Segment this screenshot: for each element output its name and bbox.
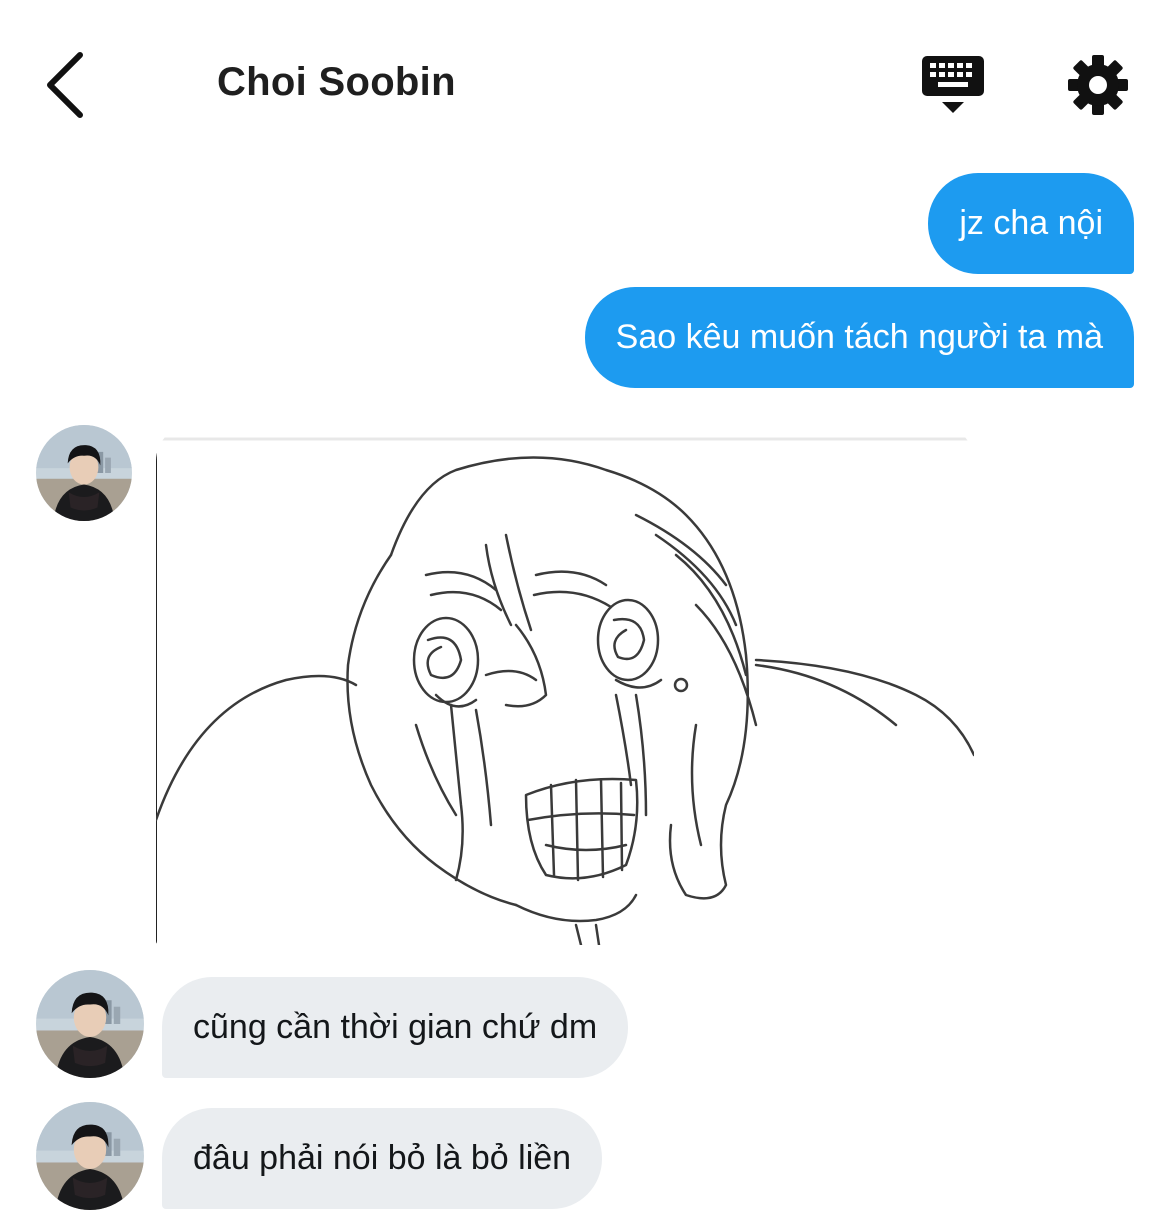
- keyboard-toggle-button[interactable]: [918, 50, 990, 120]
- avatar-photo: [36, 970, 144, 1078]
- image-message[interactable]: [156, 425, 974, 945]
- back-button[interactable]: [30, 45, 100, 125]
- outgoing-message-bubble[interactable]: Sao kêu muốn tách người ta mà: [584, 287, 1134, 388]
- avatar[interactable]: [36, 1102, 144, 1210]
- message-text: đâu phải nói bỏ là bỏ liền: [193, 1139, 572, 1177]
- conversation-title: Choi Soobin: [217, 60, 456, 104]
- incoming-message-bubble[interactable]: cũng cần thời gian chứ dm: [162, 977, 629, 1078]
- outgoing-message-bubble[interactable]: jz cha nội: [928, 173, 1134, 274]
- avatar[interactable]: [36, 970, 144, 1078]
- keyboard-icon: [922, 56, 984, 113]
- avatar-photo: [36, 1102, 144, 1210]
- message-text: cũng cần thời gian chứ dm: [193, 1008, 598, 1046]
- message-text: Sao kêu muốn tách người ta mà: [615, 318, 1103, 356]
- gear-icon: [1068, 55, 1128, 115]
- avatar[interactable]: [36, 425, 132, 521]
- message-text: jz cha nội: [959, 204, 1103, 242]
- avatar-photo: [36, 425, 132, 521]
- incoming-message-bubble[interactable]: đâu phải nói bỏ là bỏ liền: [162, 1108, 603, 1209]
- settings-button[interactable]: [1063, 50, 1133, 120]
- crying-face-sketch: [156, 425, 974, 945]
- conversation-header: Choi Soobin: [0, 0, 1170, 160]
- chevron-left-icon: [47, 52, 83, 118]
